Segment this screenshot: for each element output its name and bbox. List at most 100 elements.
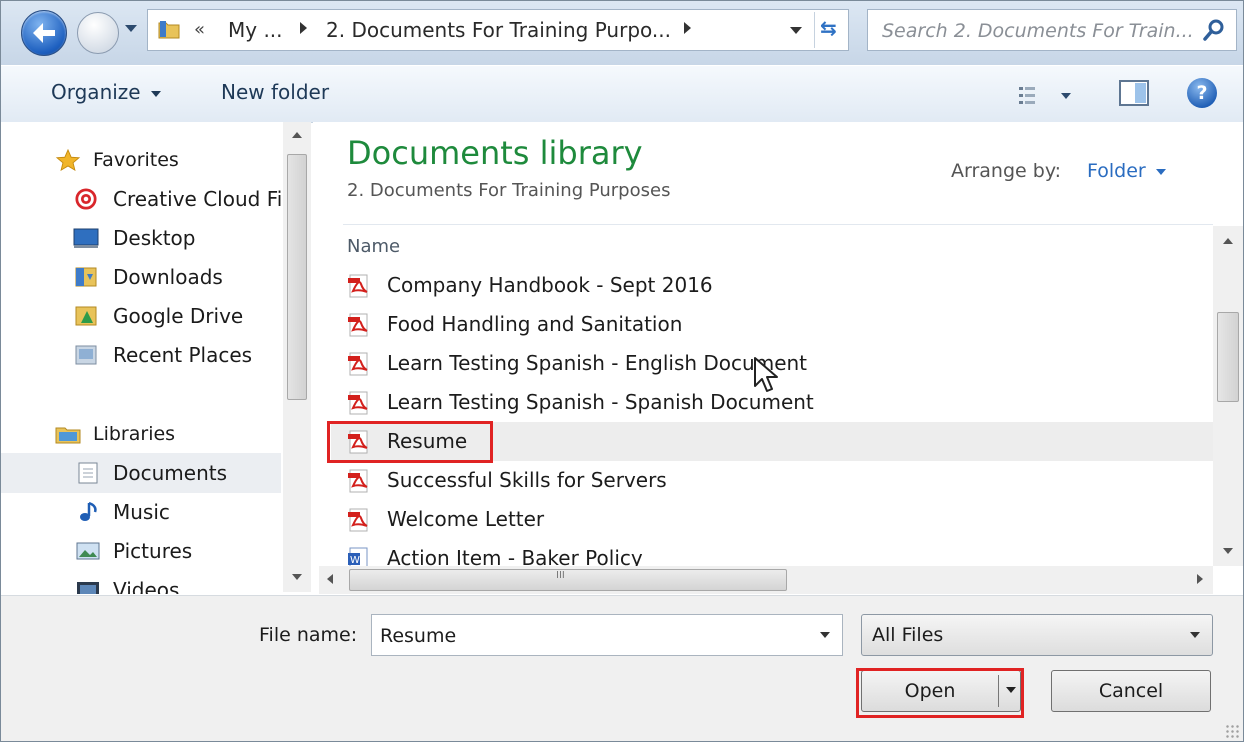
open-highlight-box (856, 668, 1024, 718)
nav-favorites[interactable]: Favorites (1, 140, 281, 180)
nav-creative-cloud[interactable]: Creative Cloud Fi (1, 179, 281, 219)
scroll-down-arrow-icon[interactable] (1213, 540, 1243, 566)
pdf-icon (348, 391, 368, 415)
music-note-icon (80, 501, 97, 521)
file-name: Company Handbook - Sept 2016 (387, 273, 713, 297)
scroll-up-arrow-icon[interactable] (283, 122, 311, 146)
nav-desktop-label: Desktop (113, 226, 196, 250)
pictures-icon (76, 542, 100, 560)
star-icon (55, 149, 81, 171)
scroll-right-arrow-icon[interactable] (1187, 566, 1213, 594)
organize-menu-button[interactable]: Organize (51, 80, 161, 104)
word-doc-icon: W (348, 547, 368, 566)
overflow-chevron[interactable]: « (194, 19, 205, 40)
file-row[interactable]: Welcome Letter (331, 500, 1213, 539)
help-icon[interactable]: ? (1187, 78, 1217, 108)
open-file-dialog: « My ... 2. Documents For Training Purpo… (0, 0, 1244, 742)
file-name: Learn Testing Spanish - Spanish Document (387, 390, 814, 414)
resize-grip-icon[interactable] (1225, 724, 1239, 738)
file-row[interactable]: Company Handbook - Sept 2016 (331, 266, 1213, 305)
file-type-value: All Files (872, 624, 944, 646)
documents-icon (78, 462, 98, 484)
nav-recent-places-label: Recent Places (113, 343, 253, 367)
nav-pane-scrollbar[interactable] (283, 122, 311, 592)
file-name: Welcome Letter (387, 507, 545, 531)
pdf-icon (348, 352, 368, 376)
file-name-combo[interactable] (371, 614, 843, 657)
file-list-scrollbar[interactable] (1213, 226, 1243, 566)
mouse-cursor-icon (754, 357, 778, 392)
file-list: Company Handbook - Sept 2016 Food Handli… (331, 266, 1213, 566)
svg-text:W: W (350, 555, 360, 566)
refresh-icon: ⇆ (820, 16, 837, 40)
nav-pictures-label: Pictures (113, 539, 193, 563)
cancel-button[interactable]: Cancel (1051, 670, 1211, 712)
pdf-icon (348, 469, 368, 493)
breadcrumb-my-documents[interactable]: My ... (228, 18, 283, 42)
new-folder-button[interactable]: New folder (221, 80, 329, 104)
file-type-select[interactable]: All Files (861, 614, 1213, 656)
scroll-up-arrow-icon[interactable] (1213, 226, 1243, 252)
nav-desktop[interactable]: Desktop (1, 218, 281, 258)
search-input[interactable] (868, 10, 1204, 52)
search-box[interactable] (867, 9, 1237, 52)
dialog-footer: File name: All Files Open Cancel (1, 595, 1243, 741)
file-row[interactable]: Successful Skills for Servers (331, 461, 1213, 500)
nav-scroll-thumb[interactable] (287, 154, 307, 400)
nav-google-drive-label: Google Drive (113, 304, 244, 328)
navigation-pane: Favorites Creative Cloud Fi Desktop Down… (1, 122, 311, 594)
scroll-left-arrow-icon[interactable] (319, 566, 345, 594)
file-row[interactable]: W Action Item - Baker Policy (331, 539, 1213, 566)
file-name: Action Item - Baker Policy (387, 546, 643, 566)
refresh-button[interactable]: ⇆ (814, 12, 847, 48)
nav-pictures[interactable]: Pictures (1, 531, 281, 571)
nav-videos[interactable]: Videos (1, 570, 281, 594)
scroll-down-arrow-icon[interactable] (283, 568, 311, 592)
nav-creative-cloud-label: Creative Cloud Fi (113, 187, 281, 211)
recent-pages-dropdown[interactable] (125, 25, 137, 32)
file-name-label: File name: (259, 624, 358, 646)
change-view-icon[interactable] (1017, 84, 1079, 108)
back-button[interactable] (21, 10, 67, 56)
horizontal-scrollbar[interactable]: III (319, 566, 1213, 594)
nav-recent-places[interactable]: Recent Places (1, 335, 281, 375)
google-drive-icon (75, 306, 97, 326)
breadcrumb-separator-arrow-icon[interactable] (300, 22, 307, 34)
nav-google-drive[interactable]: Google Drive (1, 296, 281, 336)
nav-libraries[interactable]: Libraries (1, 414, 281, 454)
horizontal-scroll-thumb[interactable]: III (349, 569, 787, 591)
preview-pane-icon[interactable] (1119, 80, 1149, 106)
file-list-pane: Documents library 2. Documents For Train… (313, 122, 1243, 594)
breadcrumb-separator-arrow-icon[interactable] (684, 22, 691, 34)
nav-videos-label: Videos (113, 578, 180, 594)
arrange-by-value: Folder (1087, 160, 1146, 182)
file-name-input[interactable] (372, 615, 812, 657)
chevron-down-icon (1190, 632, 1200, 638)
nav-documents-label: Documents (113, 461, 228, 485)
file-row[interactable]: Food Handling and Sanitation (331, 305, 1213, 344)
address-bar-area: « My ... 2. Documents For Training Purpo… (1, 1, 1243, 65)
libraries-icon (55, 427, 81, 444)
file-list-scroll-thumb[interactable] (1217, 312, 1239, 402)
chevron-down-icon[interactable] (820, 632, 830, 638)
nav-downloads[interactable]: Downloads (1, 257, 281, 297)
forward-button[interactable] (77, 12, 119, 54)
pdf-icon (348, 313, 368, 337)
breadcrumb-training-folder[interactable]: 2. Documents For Training Purpo... (326, 18, 671, 42)
nav-favorites-label: Favorites (93, 149, 179, 171)
nav-documents[interactable]: Documents (1, 453, 281, 493)
nav-music[interactable]: Music (1, 492, 281, 532)
address-path-box[interactable]: « My ... 2. Documents For Training Purpo… (147, 9, 849, 51)
desktop-icon (73, 228, 99, 248)
recent-places-icon (75, 345, 97, 365)
folder-icon (158, 21, 180, 39)
column-header-name[interactable]: Name (347, 236, 400, 257)
pdf-icon (348, 274, 368, 298)
command-toolbar: Organize New folder ? (1, 65, 1243, 123)
search-icon[interactable] (1202, 18, 1226, 42)
arrange-by-dropdown[interactable]: Folder (1087, 160, 1166, 182)
creative-cloud-icon (75, 188, 97, 210)
nav-music-label: Music (113, 500, 170, 524)
address-history-dropdown[interactable] (790, 27, 802, 34)
arrange-by-label: Arrange by: (951, 160, 1062, 182)
